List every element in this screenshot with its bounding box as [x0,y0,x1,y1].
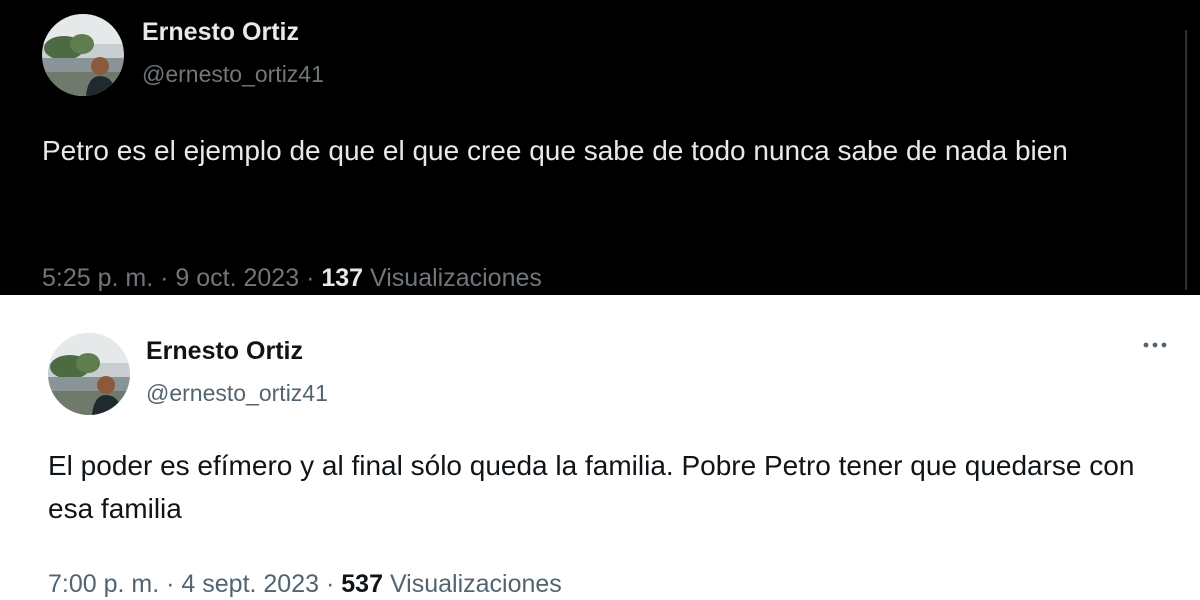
author-handle[interactable]: @ernesto_ortiz41 [146,379,328,407]
tweet-time[interactable]: 5:25 p. m. [42,264,153,292]
tweet-dark[interactable]: Ernesto Ortiz @ernesto_ortiz41 Petro es … [0,0,1200,295]
author-handle[interactable]: @ernesto_ortiz41 [142,60,324,88]
author-name[interactable]: Ernesto Ortiz [146,336,303,366]
separator: · [325,570,335,598]
scrollbar-divider [1185,30,1187,290]
tweet-light[interactable]: Ernesto Ortiz @ernesto_ortiz41 El poder … [0,295,1200,600]
author-avatar[interactable] [42,14,124,96]
views-label[interactable]: Visualizaciones [390,570,562,598]
views-label[interactable]: Visualizaciones [370,264,542,292]
tweet-time[interactable]: 7:00 p. m. [48,570,159,598]
author-name[interactable]: Ernesto Ortiz [142,17,299,47]
more-options-icon [1143,342,1167,348]
separator: · [160,264,169,292]
views-count: 137 [321,264,364,292]
tweet-metadata: 7:00 p. m. · 4 sept. 2023 · 537 Visualiz… [48,569,562,599]
tweet-date[interactable]: 4 sept. 2023 [181,570,319,598]
avatar-photo-icon [42,14,124,96]
more-options-button[interactable] [1140,333,1170,357]
separator: · [306,264,315,292]
tweet-text: Petro es el ejemplo de que el que cree q… [42,135,1068,166]
tweet-metadata: 5:25 p. m. · 9 oct. 2023 · 137 Visualiza… [42,263,542,293]
views-count: 537 [341,570,383,598]
author-avatar[interactable] [48,333,130,415]
avatar-photo-icon [48,333,130,415]
tweet-text: El poder es efímero y al final sólo qued… [48,450,1135,524]
tweet-date[interactable]: 9 oct. 2023 [175,264,299,292]
separator: · [166,570,175,598]
